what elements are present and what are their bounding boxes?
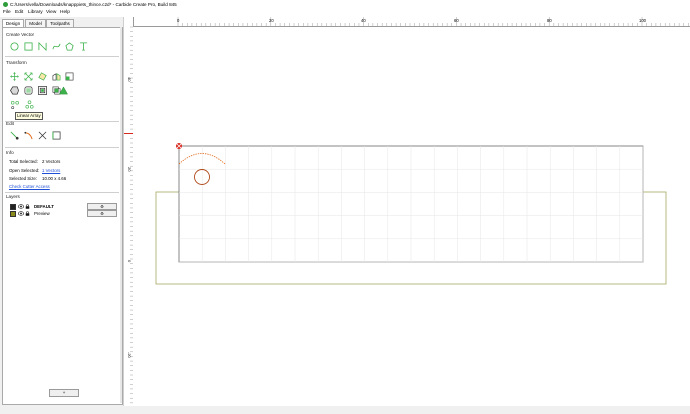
offset-icon[interactable]	[10, 86, 19, 95]
cut-icon[interactable]	[38, 131, 47, 140]
ruler-label: 0	[177, 18, 180, 23]
warning-icon[interactable]	[59, 86, 68, 95]
design-panel: Create Vector Transform Linear Array Edi…	[2, 27, 123, 405]
info-label: Total Selected:	[9, 159, 38, 164]
section-transform: Transform	[6, 60, 27, 65]
horizontal-ruler: 0 20 40 60 80 100	[132, 17, 690, 27]
ruler-label: 20	[127, 167, 132, 172]
info-label: Open Selected:	[9, 168, 40, 173]
text-icon[interactable]	[79, 42, 88, 51]
boolean-subtract-icon[interactable]	[38, 86, 47, 95]
window-title: C:/Users/vella/Downloads/knapppiets_thin…	[10, 2, 177, 7]
menu-help[interactable]: Help	[60, 10, 70, 15]
vertical-ruler-ticks: 40 20 0 -20	[124, 26, 133, 404]
scale-icon[interactable]	[24, 72, 33, 81]
add-layer-button[interactable]: +	[49, 389, 79, 397]
layer-settings-button[interactable]: ⚙	[87, 210, 117, 217]
circle-icon[interactable]	[10, 42, 19, 51]
curve-icon[interactable]	[52, 42, 61, 51]
menu-view[interactable]: View	[46, 10, 56, 15]
canvas-drawing[interactable]	[133, 27, 690, 406]
status-bar	[0, 406, 690, 414]
divider	[5, 56, 119, 57]
tab-toolpaths[interactable]: Toolpaths	[46, 19, 74, 27]
title-bar: C:/Users/vella/Downloads/knapppiets_thin…	[0, 0, 690, 9]
check-cutter-access-link[interactable]: Check Cutter Access	[9, 184, 50, 189]
menu-library[interactable]: Library	[28, 10, 43, 15]
rotate-icon[interactable]	[38, 72, 47, 81]
info-open-selected: Open Selected: 1 Vectors	[9, 168, 60, 173]
rectangle-icon[interactable]	[24, 42, 33, 51]
lock-icon[interactable]	[25, 204, 30, 209]
layer-name: DEFAULT	[34, 204, 54, 209]
join-icon[interactable]	[52, 131, 61, 140]
align-icon[interactable]	[65, 72, 74, 81]
move-icon[interactable]	[10, 72, 19, 81]
tooltip: Linear Array	[15, 112, 43, 120]
layer-color-swatch[interactable]	[10, 211, 16, 217]
boolean-union-icon[interactable]	[24, 86, 33, 95]
open-vectors-link[interactable]: 1 Vectors	[42, 168, 60, 173]
app-icon	[3, 2, 8, 7]
horizontal-ruler-ticks: 0 20 40 60 80 100	[177, 17, 689, 26]
section-layers: Layers	[6, 194, 20, 199]
divider	[5, 192, 119, 193]
ruler-label: 60	[454, 18, 459, 23]
info-value: 10.00 x 4.66	[42, 176, 67, 181]
tab-model[interactable]: Model	[25, 19, 46, 27]
tab-bar: Design Model Toolpaths	[2, 19, 122, 28]
mirror-icon[interactable]	[52, 72, 61, 81]
node-edit-icon[interactable]	[10, 131, 19, 140]
ruler-label: 100	[639, 18, 647, 23]
ruler-label: 40	[361, 18, 366, 23]
info-label: Selected Size:	[9, 176, 38, 181]
menu-file[interactable]: File	[3, 10, 11, 15]
divider	[5, 147, 119, 148]
section-info: Info	[6, 150, 14, 155]
eye-icon[interactable]	[18, 204, 24, 209]
panel-scrollbar[interactable]	[120, 27, 122, 403]
ruler-label: 20	[269, 18, 274, 23]
linear-array-icon[interactable]	[25, 100, 34, 109]
section-create-vector: Create Vector	[6, 32, 35, 37]
lock-icon[interactable]	[25, 211, 30, 216]
info-value: 2 Vectors	[42, 159, 61, 164]
divider	[5, 121, 119, 122]
layer-color-swatch[interactable]	[10, 204, 16, 210]
workpiece-grid	[179, 146, 644, 263]
trim-icon[interactable]	[24, 131, 33, 140]
layer-name: Preview	[34, 211, 50, 216]
ruler-label: 80	[547, 18, 552, 23]
menu-bar: File Edit Library View Help	[0, 9, 690, 17]
circular-array-icon[interactable]	[10, 100, 19, 109]
info-selected-size: Selected Size: 10.00 x 4.66	[9, 176, 66, 181]
polygon-icon[interactable]	[65, 42, 74, 51]
ruler-label: 0	[127, 260, 132, 263]
section-edit: Edit	[6, 121, 14, 126]
design-canvas[interactable]	[133, 27, 690, 406]
ruler-label: -20	[127, 352, 132, 359]
eye-icon[interactable]	[18, 211, 24, 216]
menu-edit[interactable]: Edit	[15, 10, 23, 15]
ruler-label: 40	[127, 77, 132, 82]
polyline-icon[interactable]	[38, 42, 47, 51]
info-total-selected: Total Selected: 2 Vectors	[9, 159, 60, 164]
layer-settings-button[interactable]: ⚙	[87, 203, 117, 210]
